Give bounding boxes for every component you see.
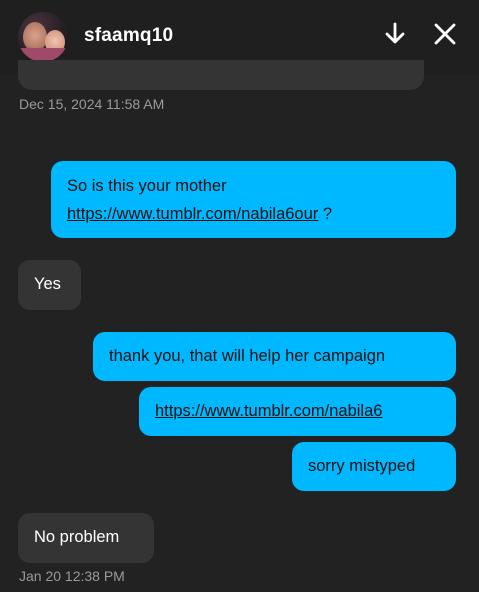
message-timestamp: Jan 20 12:38 PM: [19, 568, 125, 584]
sent-message-bubble: So is this your mother https://www.tumbl…: [51, 161, 456, 238]
message-text: Yes: [34, 275, 61, 293]
chat-window: sfaamq10 Dec 15, 2024 11:58 AM So is thi…: [0, 0, 479, 592]
arrow-down-icon: [385, 22, 405, 44]
message-text: So is this your mother: [67, 177, 227, 195]
message-text: thank you, that will help her campaign: [109, 347, 386, 365]
sent-message-bubble: https://www.tumblr.com/nabila6: [139, 387, 456, 436]
message-link[interactable]: https://www.tumblr.com/nabila6: [155, 402, 382, 420]
sent-message-bubble: sorry mistyped: [292, 442, 456, 491]
received-message-bubble: No problem: [18, 513, 154, 563]
message-link-line: https://www.tumblr.com/nabila6our ?: [67, 200, 440, 228]
avatar[interactable]: [18, 12, 68, 62]
message-link[interactable]: https://www.tumblr.com/nabila6our: [67, 205, 318, 223]
close-button[interactable]: [431, 20, 459, 48]
received-message-bubble: Yes: [18, 260, 81, 310]
message-timestamp: Dec 15, 2024 11:58 AM: [19, 96, 165, 112]
message-text-suffix: ?: [318, 205, 333, 223]
message-text: sorry mistyped: [308, 457, 416, 475]
previous-message-bubble: [18, 60, 424, 90]
conversation-username[interactable]: sfaamq10: [84, 25, 173, 47]
sent-message-bubble: thank you, that will help her campaign: [93, 332, 456, 381]
scroll-down-button[interactable]: [381, 20, 409, 48]
close-icon: [434, 23, 456, 45]
message-text: No problem: [34, 528, 120, 546]
